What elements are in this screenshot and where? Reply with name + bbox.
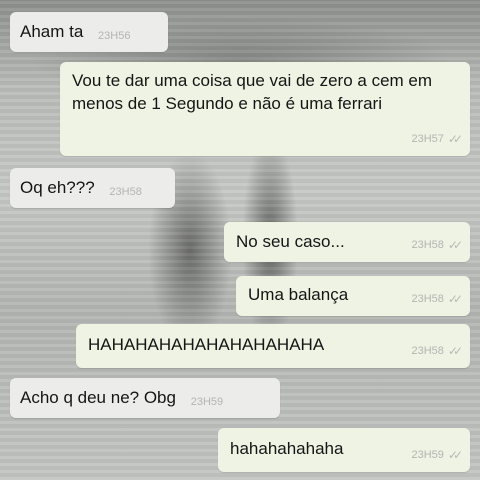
read-ticks-icon: ✓✓ (447, 292, 463, 306)
message-time: 23H58 (411, 239, 444, 251)
message-outgoing[interactable]: No seu caso... 23H58 ✓✓ (224, 222, 470, 262)
message-incoming[interactable]: Oq eh??? 23H58 (10, 168, 175, 208)
message-incoming[interactable]: Aham ta 23H56 (10, 12, 168, 52)
message-time: 23H58 (109, 186, 142, 198)
message-time-block: 23H57 ✓✓ (411, 128, 463, 151)
message-text: Vou te dar uma coisa que vai de zero a c… (72, 71, 437, 113)
message-time: 23H59 (190, 396, 224, 408)
message-outgoing[interactable]: Uma balança 23H58 ✓✓ (236, 276, 470, 316)
message-outgoing[interactable]: HAHAHAHAHAHAHAHAHAHA 23H58 ✓✓ (76, 324, 470, 368)
message-time-block: 23H58 ✓✓ (411, 288, 463, 311)
message-time: 23H59 (411, 449, 444, 461)
message-time-block: 23H58 ✓✓ (411, 340, 463, 363)
message-text: HAHAHAHAHAHAHAHAHAHA (88, 335, 325, 354)
message-text: hahahahahaha (230, 439, 344, 458)
read-ticks-icon: ✓✓ (447, 238, 463, 252)
message-outgoing[interactable]: hahahahahaha 23H59 ✓✓ (218, 428, 470, 472)
message-time-block: 23H58 ✓✓ (411, 234, 463, 257)
message-text: Acho q deu ne? Obg (20, 388, 176, 407)
message-time: 23H57 (411, 133, 444, 145)
read-ticks-icon: ✓✓ (447, 132, 463, 146)
message-text: Oq eh??? (20, 178, 95, 197)
read-ticks-icon: ✓✓ (447, 448, 463, 462)
message-text: No seu caso... (236, 232, 345, 251)
message-time: 23H58 (411, 345, 444, 357)
message-time-block: 23H56 (98, 25, 130, 48)
message-time: 23H56 (98, 30, 131, 42)
message-incoming[interactable]: Acho q deu ne? Obg 23H59 (10, 378, 280, 418)
message-text: Uma balança (248, 285, 349, 304)
message-text: Aham ta (20, 22, 84, 41)
message-outgoing[interactable]: Vou te dar uma coisa que vai de zero a c… (60, 62, 470, 156)
read-ticks-icon: ✓✓ (447, 344, 463, 358)
message-time-block: 23H59 ✓✓ (411, 444, 463, 467)
message-time-block: 23H58 (109, 181, 141, 204)
message-time: 23H58 (411, 293, 444, 305)
message-time-block: 23H59 (191, 391, 223, 414)
